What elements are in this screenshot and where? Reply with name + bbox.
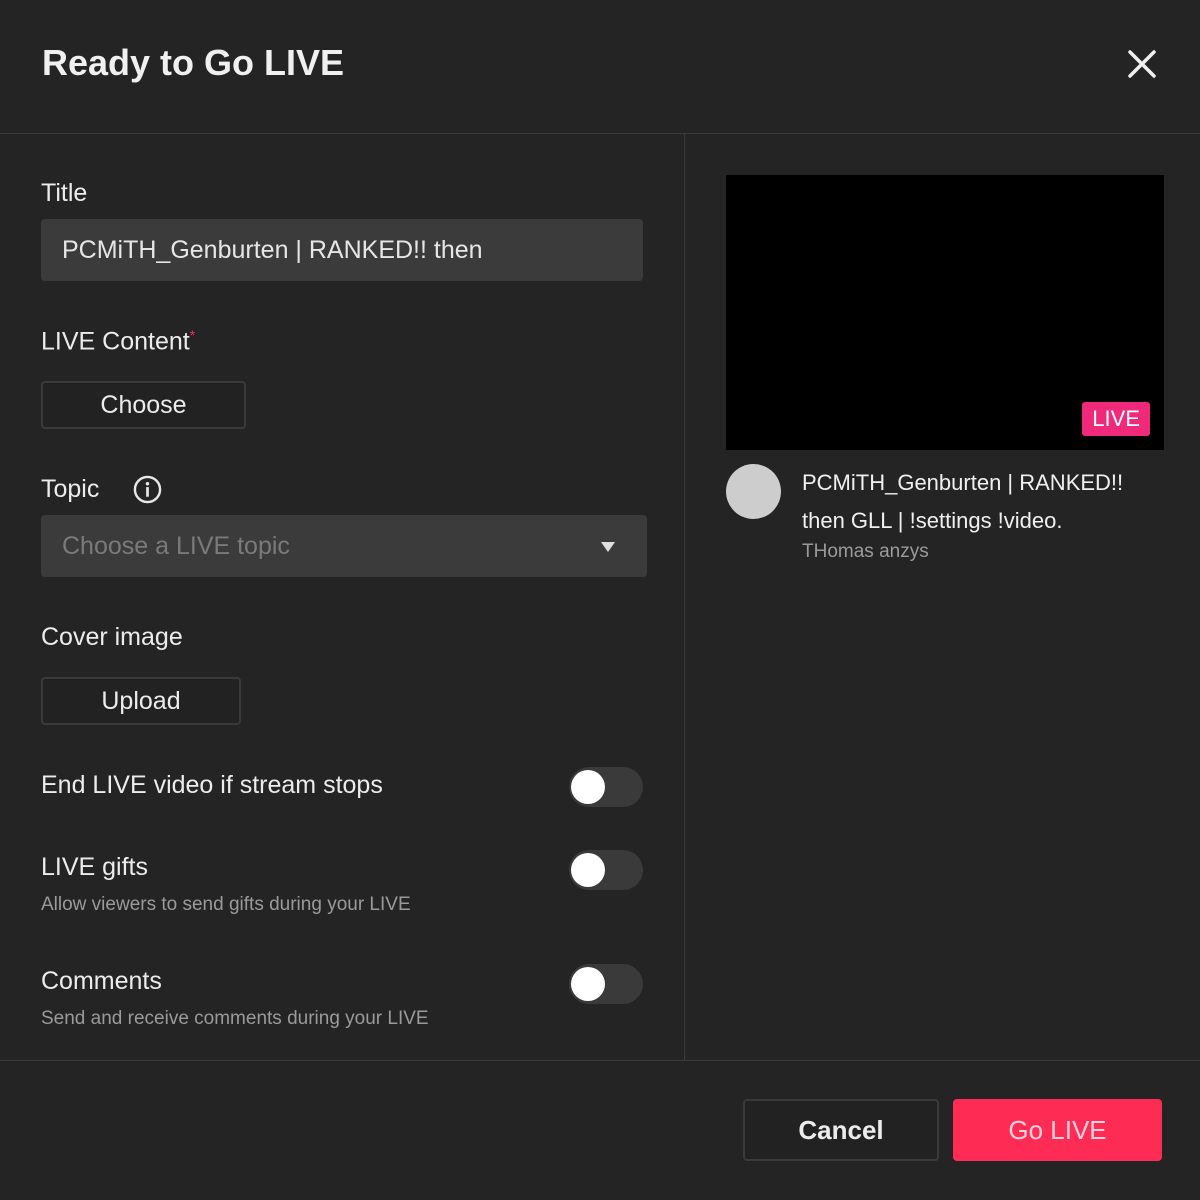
info-icon[interactable]: [133, 475, 162, 504]
toggle-knob: [571, 853, 605, 887]
live-gifts-description: Allow viewers to send gifts during your …: [41, 894, 411, 915]
toggle-knob: [571, 770, 605, 804]
go-live-button[interactable]: Go LIVE: [953, 1099, 1162, 1161]
end-live-toggle[interactable]: [569, 767, 643, 807]
upload-button[interactable]: Upload: [41, 677, 241, 725]
choose-button[interactable]: Choose: [41, 381, 246, 429]
live-badge: LIVE: [1082, 402, 1150, 436]
live-content-label-text: LIVE Content: [41, 327, 190, 356]
title-input[interactable]: PCMiTH_Genburten | RANKED!! then: [41, 219, 643, 281]
preview-stream-title: PCMiTH_Genburten | RANKED!! then GLL | !…: [802, 470, 1124, 533]
close-icon[interactable]: [1124, 46, 1160, 82]
preview-username: THomas anzys: [802, 541, 929, 562]
video-preview: LIVE: [726, 175, 1164, 450]
panel-divider: [684, 134, 685, 1060]
footer-divider: [0, 1060, 1200, 1061]
live-content-label: LIVE Content*: [41, 327, 195, 356]
topic-select[interactable]: Choose a LIVE topic: [41, 515, 647, 577]
end-live-label: End LIVE video if stream stops: [41, 771, 383, 799]
live-gifts-label: LIVE gifts: [41, 853, 148, 881]
required-mark: *: [189, 327, 196, 343]
avatar: [726, 464, 781, 519]
dialog-header: Ready to Go LIVE: [0, 0, 1200, 134]
comments-description: Send and receive comments during your LI…: [41, 1008, 429, 1029]
topic-label: Topic: [41, 475, 100, 503]
comments-toggle[interactable]: [569, 964, 643, 1004]
toggle-knob: [571, 967, 605, 1001]
cover-image-label: Cover image: [41, 623, 183, 651]
chevron-down-icon: [601, 542, 615, 552]
cancel-button[interactable]: Cancel: [743, 1099, 939, 1161]
dialog-title: Ready to Go LIVE: [42, 42, 345, 83]
live-gifts-toggle[interactable]: [569, 850, 643, 890]
comments-label: Comments: [41, 967, 162, 995]
title-label: Title: [41, 179, 88, 207]
topic-placeholder: Choose a LIVE topic: [62, 531, 290, 560]
